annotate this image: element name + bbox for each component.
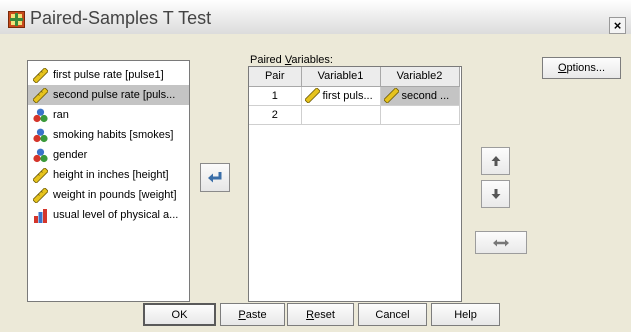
column-header-variable1: Variable1 [301,67,381,87]
variable-label: smoking habits [smokes] [53,129,174,141]
nominal-icon [33,108,48,122]
variable-label: usual level of physical a... [53,209,179,221]
cancel-button[interactable]: Cancel [358,303,427,326]
arrow-down-icon [491,189,500,199]
column-header-variable2: Variable2 [380,67,460,87]
list-item[interactable]: second pulse rate [puls... [28,85,189,105]
list-item[interactable]: ran [28,105,189,125]
pair-number: 2 [249,105,302,125]
column-header-pair: Pair [249,67,302,87]
help-button[interactable]: Help [431,303,500,326]
pair-variable2-cell[interactable]: second ... [380,86,460,106]
ruler-icon [33,187,48,203]
variable-label: second pulse rate [puls... [53,89,176,101]
variable-label: first pulse rate [pulse1] [53,69,164,81]
pair-number: 1 [249,86,302,106]
swap-variables-button[interactable] [475,231,527,254]
arrow-up-icon [491,156,500,166]
ok-button[interactable]: OK [143,303,216,326]
close-icon: × [613,18,622,33]
app-icon [8,11,25,28]
bar-chart-icon [34,208,47,223]
paired-variables-grid[interactable]: Pair Variable1 Variable2 1 first puls... [248,66,462,302]
close-button[interactable]: × [609,17,626,34]
list-item[interactable]: usual level of physical a... [28,205,189,225]
nominal-icon [33,128,48,142]
list-item[interactable]: first pulse rate [pulse1] [28,65,189,85]
ruler-icon [304,88,320,103]
ruler-icon [33,167,48,183]
arrow-return-icon [208,171,222,182]
reset-button[interactable]: Reset [287,303,354,326]
list-item[interactable]: smoking habits [smokes] [28,125,189,145]
variable-label: ran [53,109,69,121]
paste-button[interactable]: Paste [220,303,285,326]
paired-variables-label: Paired Variables: [250,54,333,66]
table-row[interactable]: 1 first puls... second ... [249,86,460,106]
options-button[interactable]: Options... [542,57,621,79]
paired-table: Pair Variable1 Variable2 1 first puls... [249,67,460,125]
pair-variable2-cell[interactable] [380,105,460,125]
variable-label: weight in pounds [weight] [53,189,177,201]
window-title: Paired-Samples T Test [30,8,212,28]
move-to-paired-button[interactable] [200,163,230,192]
pair-variable1-cell[interactable]: first puls... [301,86,381,106]
list-item[interactable]: weight in pounds [weight] [28,185,189,205]
ruler-icon [33,67,48,83]
move-up-button[interactable] [481,147,510,175]
title-bar: Paired-Samples T Test × [0,0,631,34]
move-down-button[interactable] [481,180,510,208]
list-item[interactable]: height in inches [height] [28,165,189,185]
list-item[interactable]: gender [28,145,189,165]
pair-variable1-cell[interactable] [301,105,381,125]
source-variable-list[interactable]: first pulse rate [pulse1] second pulse ra… [27,60,190,302]
table-row[interactable]: 2 [249,105,460,125]
ruler-icon [383,88,399,103]
variable-label: gender [53,149,88,161]
ruler-icon [33,87,48,103]
nominal-icon [33,148,48,162]
swap-arrows-icon [493,239,509,246]
variable-label: height in inches [height] [53,169,169,181]
